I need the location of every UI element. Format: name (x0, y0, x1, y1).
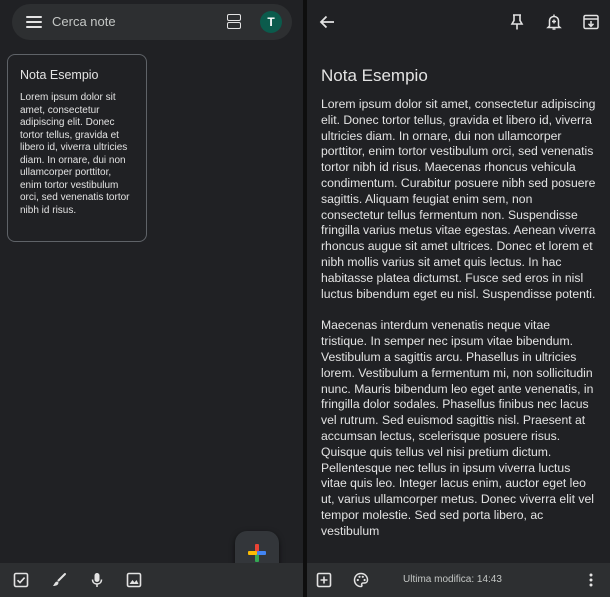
avatar[interactable]: T (260, 11, 282, 33)
plus-icon (248, 544, 266, 562)
search-bar[interactable]: Cerca note T (12, 4, 292, 40)
note-editor-pane: Nota Esempio Lorem ipsum dolor sit amet,… (307, 0, 610, 597)
mic-icon[interactable] (89, 572, 105, 588)
note-card-title: Nota Esempio (20, 68, 99, 82)
add-box-icon[interactable] (316, 572, 332, 588)
arrow-back-icon[interactable] (318, 13, 336, 31)
grid-view-icon[interactable] (227, 14, 241, 30)
image-icon[interactable] (126, 572, 142, 588)
notes-list-pane: Cerca note T Nota Esempio Lorem ipsum do… (0, 0, 303, 597)
note-card-preview: Lorem ipsum dolor sit amet, consectetur … (20, 92, 130, 216)
note-card[interactable]: Nota Esempio Lorem ipsum dolor sit amet,… (7, 54, 147, 242)
search-input[interactable]: Cerca note (52, 14, 116, 29)
bell-plus-icon[interactable] (545, 13, 563, 31)
note-paragraph: Maecenas interdum venenatis neque vitae … (321, 318, 594, 538)
editor-bottom-toolbar: Ultima modifica: 14:43 (307, 563, 610, 597)
menu-icon[interactable] (26, 15, 42, 29)
bottom-toolbar (0, 563, 303, 597)
note-title[interactable]: Nota Esempio (321, 66, 428, 86)
palette-icon[interactable] (353, 572, 369, 588)
checkbox-icon[interactable] (13, 572, 29, 588)
last-modified-text: Ultima modifica: 14:43 (403, 574, 502, 585)
brush-icon[interactable] (51, 572, 67, 588)
note-paragraph: Lorem ipsum dolor sit amet, consectetur … (321, 97, 596, 301)
archive-icon[interactable] (582, 13, 600, 31)
note-body[interactable]: Lorem ipsum dolor sit amet, consectetur … (321, 97, 597, 556)
more-vert-icon[interactable] (583, 572, 599, 588)
pin-icon[interactable] (508, 13, 526, 31)
